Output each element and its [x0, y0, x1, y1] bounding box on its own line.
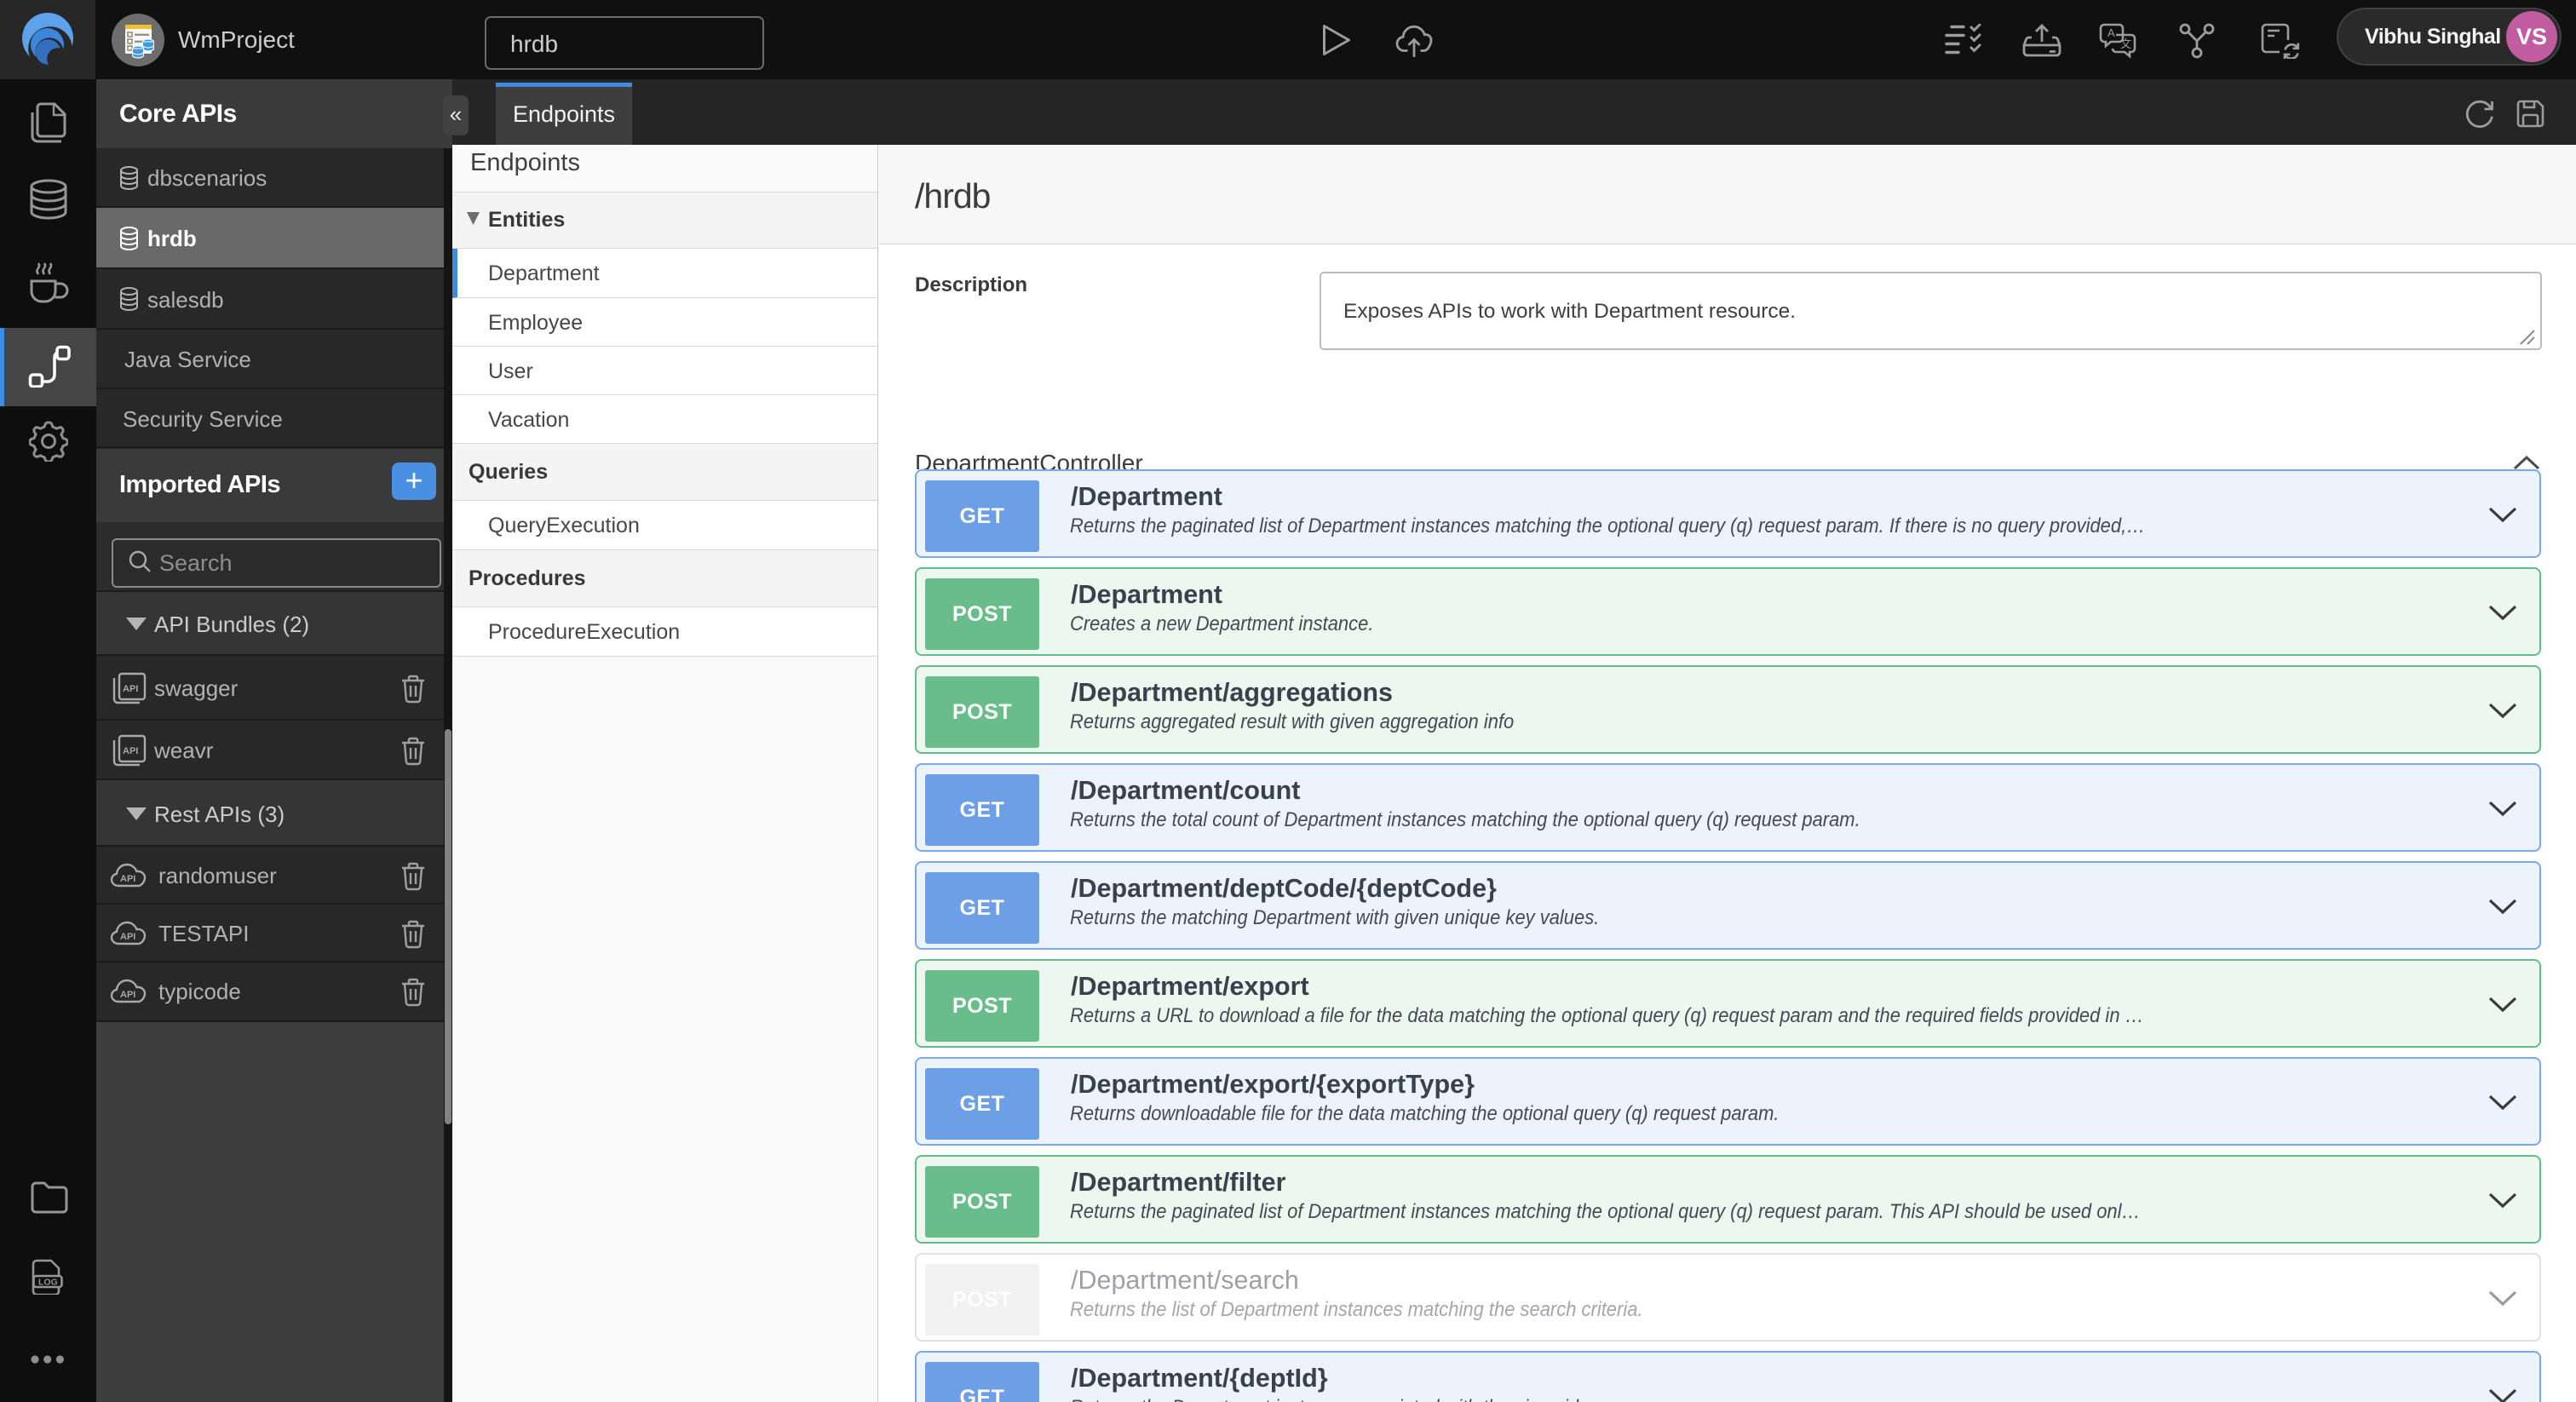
svg-text:API: API — [123, 746, 138, 756]
svg-text:LOG: LOG — [38, 1278, 58, 1288]
svg-text:API: API — [120, 990, 135, 1000]
svg-text:API: API — [120, 874, 135, 884]
svg-text:API: API — [120, 932, 135, 942]
svg-text:API: API — [123, 684, 138, 694]
svg-text:文: 文 — [2120, 37, 2131, 50]
svg-text:A: A — [2107, 26, 2115, 39]
